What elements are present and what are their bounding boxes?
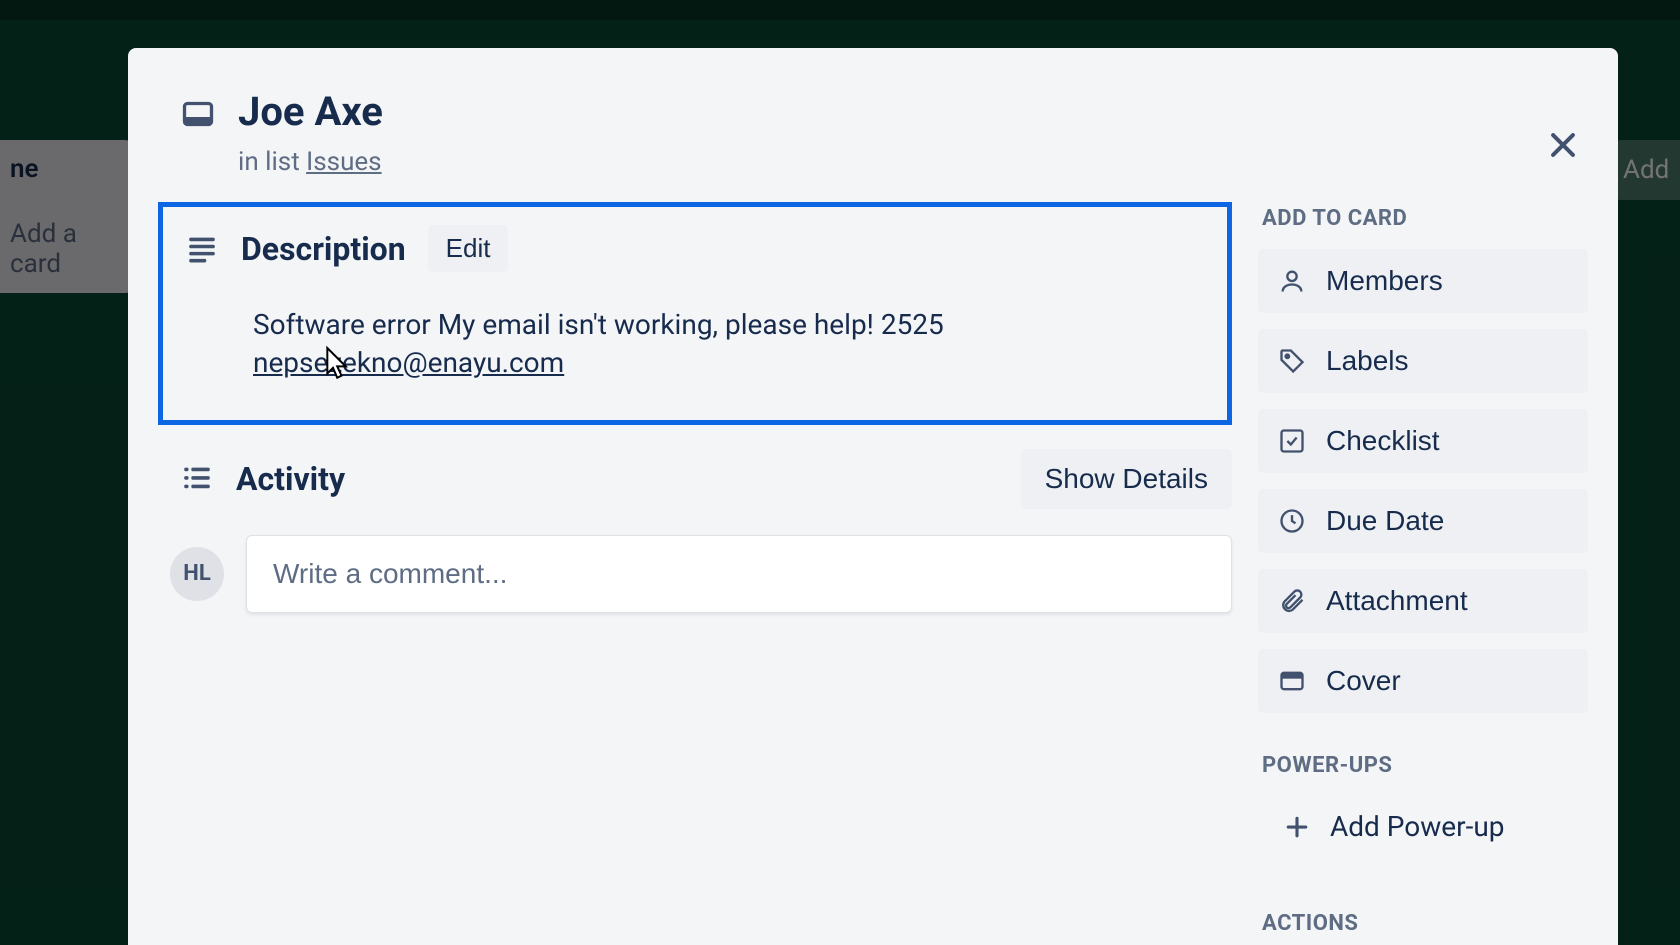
list-link[interactable]: Issues <box>306 147 381 177</box>
powerups-heading: POWER-UPS <box>1262 753 1588 778</box>
add-powerup-label: Add Power-up <box>1330 810 1505 843</box>
checklist-label: Checklist <box>1326 425 1440 457</box>
labels-icon <box>1278 347 1306 375</box>
checklist-button[interactable]: Checklist <box>1258 409 1588 473</box>
actions-heading: ACTIONS <box>1262 911 1588 936</box>
card-modal: Joe Axe in list Issues Description Edit … <box>128 48 1618 945</box>
description-section: Description Edit Software error My email… <box>158 202 1232 425</box>
members-icon <box>1278 267 1306 295</box>
description-email-link[interactable]: nepsezekno@enayu.com <box>253 346 564 379</box>
cover-icon <box>1278 667 1306 695</box>
description-text[interactable]: Software error My email isn't working, p… <box>253 306 1205 382</box>
due-date-label: Due Date <box>1326 505 1444 537</box>
add-to-card-heading: ADD TO CARD <box>1262 206 1588 231</box>
sidebar-column: ADD TO CARD Members Labels Checklist <box>1258 202 1588 945</box>
members-label: Members <box>1326 265 1443 297</box>
edit-description-button[interactable]: Edit <box>428 225 509 272</box>
due-date-button[interactable]: Due Date <box>1258 489 1588 553</box>
activity-heading: Activity <box>236 460 999 498</box>
clock-icon <box>1278 507 1306 535</box>
description-icon <box>185 232 219 266</box>
description-heading: Description <box>241 230 406 268</box>
close-icon <box>1546 128 1580 162</box>
plus-icon <box>1282 812 1312 842</box>
activity-icon <box>180 462 214 496</box>
description-text-body: Software error My email isn't working, p… <box>253 308 944 341</box>
cover-label: Cover <box>1326 665 1401 697</box>
card-icon <box>180 88 216 132</box>
attachment-button[interactable]: Attachment <box>1258 569 1588 633</box>
card-title[interactable]: Joe Axe <box>238 88 383 135</box>
labels-label: Labels <box>1326 345 1409 377</box>
labels-button[interactable]: Labels <box>1258 329 1588 393</box>
add-powerup-button[interactable]: Add Power-up <box>1258 796 1588 857</box>
in-list-prefix: in list <box>238 147 306 177</box>
attachment-label: Attachment <box>1326 585 1468 617</box>
card-list-info: in list Issues <box>238 147 383 177</box>
show-details-button[interactable]: Show Details <box>1021 449 1232 509</box>
cover-button[interactable]: Cover <box>1258 649 1588 713</box>
members-button[interactable]: Members <box>1258 249 1588 313</box>
main-column: Description Edit Software error My email… <box>158 202 1232 945</box>
close-button[interactable] <box>1538 120 1588 170</box>
attachment-icon <box>1278 587 1306 615</box>
checklist-icon <box>1278 427 1306 455</box>
avatar[interactable]: HL <box>170 547 224 601</box>
comment-input[interactable] <box>246 535 1232 613</box>
